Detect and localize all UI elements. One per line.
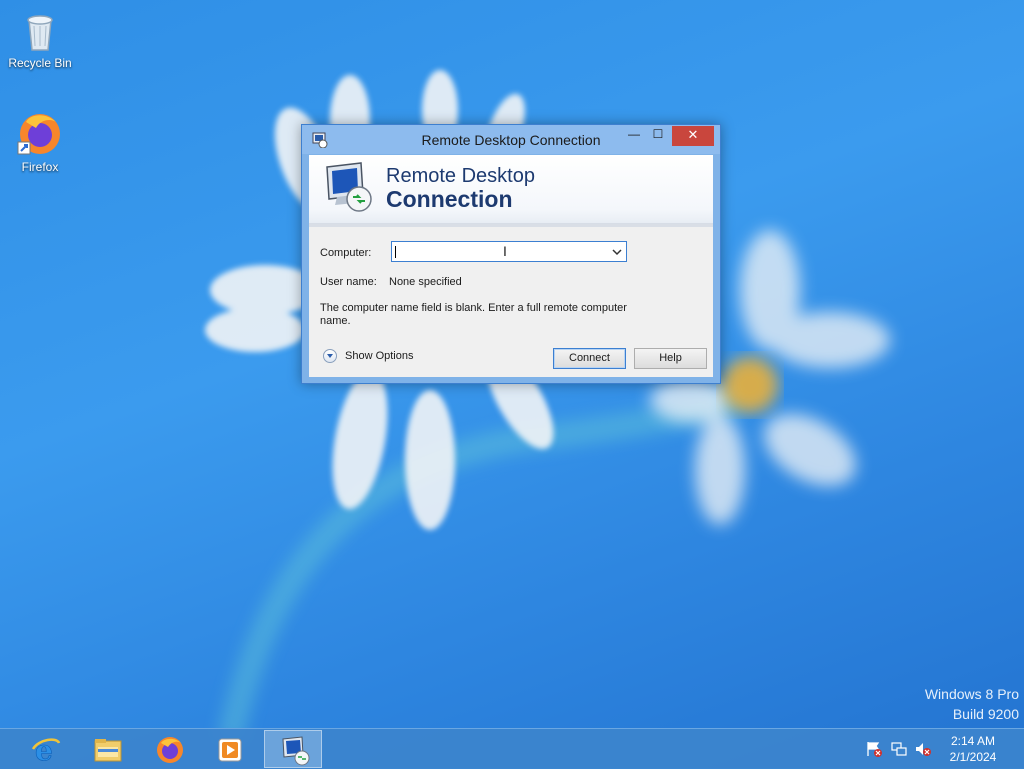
os-build: Build 9200: [952, 706, 1019, 722]
remote-desktop-icon: [282, 736, 310, 766]
taskbar-internet-explorer[interactable]: e: [16, 730, 74, 768]
user-name-label: User name:: [320, 276, 377, 288]
close-button[interactable]: ✕: [672, 126, 714, 146]
connect-button[interactable]: Connect: [553, 348, 626, 369]
banner-title-line1: Remote Desktop: [386, 165, 535, 187]
taskbar: e 2:14 AM 2/1/2024: [0, 728, 1024, 769]
taskbar-file-explorer[interactable]: [78, 730, 136, 768]
remote-desktop-monitor-icon: [323, 161, 375, 213]
help-button[interactable]: Help: [634, 348, 707, 369]
desktop-icon-label: Firefox: [21, 160, 59, 174]
taskbar-firefox[interactable]: [140, 730, 198, 768]
banner-divider: [309, 224, 713, 227]
dialog-banner: Remote Desktop Connection: [309, 155, 713, 224]
desktop-icon-firefox[interactable]: Firefox: [2, 110, 78, 174]
firefox-icon: [157, 737, 183, 763]
taskbar-media-player[interactable]: [201, 730, 259, 768]
file-explorer-icon: [94, 739, 122, 762]
taskbar-remote-desktop[interactable]: [264, 730, 322, 768]
title-bar[interactable]: Remote Desktop Connection — ☐ ✕: [302, 125, 720, 154]
os-watermark: Windows 8 Pro Build 9200: [925, 684, 1019, 724]
desktop-icon-label: Recycle Bin: [8, 56, 72, 70]
clock-time: 2:14 AM: [950, 734, 996, 748]
remote-desktop-dialog: Remote Desktop Connection — ☐ ✕ Remote D…: [301, 124, 721, 384]
text-caret: [395, 246, 396, 258]
clock-date: 2/1/2024: [949, 750, 997, 764]
os-edition: Windows 8 Pro: [924, 686, 1019, 702]
internet-explorer-icon: e: [31, 735, 61, 765]
firefox-icon: [16, 110, 64, 158]
show-options-label[interactable]: Show Options: [345, 350, 413, 362]
system-clock[interactable]: 2:14 AM 2/1/2024: [940, 733, 1006, 765]
network-icon[interactable]: [891, 741, 907, 757]
expand-chevron-icon[interactable]: [323, 349, 337, 363]
dialog-body: Remote Desktop Connection Computer: I Us…: [309, 155, 713, 377]
action-center-flag-icon[interactable]: [866, 741, 882, 757]
validation-message: The computer name field is blank. Enter …: [320, 302, 627, 327]
wallpaper: [205, 70, 890, 743]
banner-title-line2: Connection: [386, 186, 513, 212]
media-player-icon: [218, 738, 242, 762]
maximize-button[interactable]: ☐: [644, 125, 672, 145]
chevron-down-icon[interactable]: [610, 244, 624, 259]
user-name-value: None specified: [389, 276, 462, 288]
ibeam-cursor-icon: I: [503, 243, 507, 259]
volume-muted-icon[interactable]: [915, 741, 931, 757]
desktop-icon-recycle-bin[interactable]: Recycle Bin: [2, 6, 78, 70]
recycle-bin-icon: [16, 6, 64, 54]
computer-label: Computer:: [320, 247, 372, 259]
computer-combobox[interactable]: I: [391, 241, 627, 262]
